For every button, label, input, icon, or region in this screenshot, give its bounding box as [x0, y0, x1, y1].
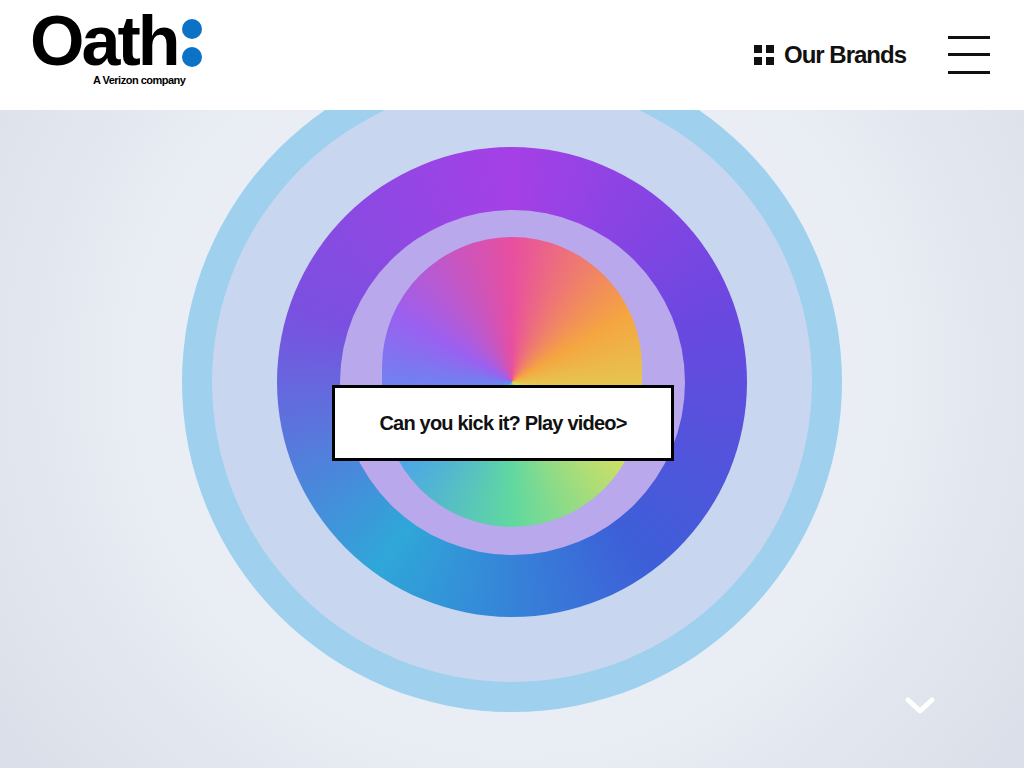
grid-icon: [754, 45, 774, 65]
logo-colon-icon: [179, 18, 205, 68]
logo-text: Oath: [30, 2, 177, 80]
our-brands-link[interactable]: Our Brands: [754, 37, 906, 73]
play-video-label: Can you kick it? Play video>: [379, 408, 626, 438]
hamburger-menu-icon[interactable]: [948, 35, 990, 75]
oath-logo[interactable]: Oath A Verizon company: [30, 0, 205, 86]
hero-video[interactable]: Can you kick it? Play video>: [0, 110, 1024, 768]
play-video-button[interactable]: Can you kick it? Play video>: [332, 385, 673, 461]
chevron-down-icon[interactable]: [904, 696, 936, 716]
our-brands-label: Our Brands: [784, 37, 906, 73]
site-header: Oath A Verizon company Our Brands: [0, 0, 1024, 110]
logo-tagline: A Verizon company: [93, 74, 186, 86]
